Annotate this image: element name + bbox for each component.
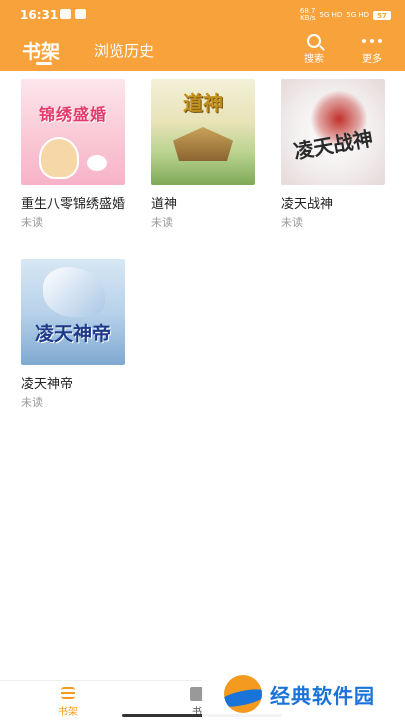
book-item[interactable]: 道神 道神 未读: [151, 79, 266, 230]
status-bar: 16:31 68.7 KB/s 5G HD 5G HD 57: [0, 0, 405, 30]
network-speed: 68.7 KB/s: [299, 7, 316, 22]
search-button[interactable]: 搜索: [294, 34, 334, 65]
cover-title: 道神: [183, 91, 223, 115]
wechat-notification-icon: [60, 9, 71, 19]
book-cover[interactable]: 道神: [151, 79, 255, 185]
more-dots-icon: [352, 34, 392, 48]
cover-title: 凌天神帝: [34, 323, 111, 345]
status-indicators: 68.7 KB/s 5G HD 5G HD 57: [300, 8, 391, 22]
more-label: 更多: [362, 54, 382, 65]
cover-illustration-cat: [87, 155, 107, 171]
app-header: 16:31 68.7 KB/s 5G HD 5G HD 57 书架 浏览历史 搜…: [0, 0, 405, 71]
book-title: 重生八零锦绣盛婚: [21, 197, 126, 212]
cover-title: 锦绣盛婚: [38, 105, 107, 124]
search-label: 搜索: [304, 54, 324, 65]
nav-bookshelf[interactable]: 书架: [48, 687, 88, 718]
nav-bookshelf-label: 书架: [58, 707, 78, 718]
tab-browse-history[interactable]: 浏览历史: [94, 40, 154, 61]
active-tab-indicator: [36, 62, 52, 65]
read-status: 未读: [21, 396, 43, 409]
book-title: 凌天神帝: [21, 377, 74, 392]
battery-icon: 57: [373, 10, 391, 20]
book-cover[interactable]: 凌天战神: [281, 79, 385, 185]
status-time: 16:31: [20, 8, 59, 22]
book-item[interactable]: 凌天战神 凌天战神 未读: [281, 79, 396, 230]
search-icon: [307, 34, 321, 48]
app-notification-icon: [75, 9, 86, 19]
cover-illustration: [43, 267, 105, 317]
read-status: 未读: [281, 216, 303, 229]
book-title: 凌天战神: [281, 197, 334, 212]
book-title: 道神: [151, 197, 178, 212]
watermark-logo: [224, 675, 262, 713]
more-button[interactable]: 更多: [352, 34, 392, 65]
book-cover[interactable]: 凌天神帝: [21, 259, 125, 365]
notification-icons: [60, 9, 86, 19]
read-status: 未读: [21, 216, 43, 229]
read-status: 未读: [151, 216, 173, 229]
watermark: 经典软件园: [202, 668, 405, 720]
bookshelf-icon: [61, 687, 75, 699]
tab-bookshelf[interactable]: 书架: [22, 37, 60, 64]
signal-icon-1: 5G HD: [319, 10, 343, 19]
book-item[interactable]: 凌天神帝 凌天神帝 未读: [21, 259, 136, 410]
signal-icon-2: 5G HD: [346, 10, 369, 19]
watermark-text: 经典软件园: [270, 683, 375, 708]
cover-illustration: [39, 137, 79, 179]
cover-illustration: [173, 127, 233, 161]
book-cover[interactable]: 锦绣盛婚: [21, 79, 125, 185]
book-item[interactable]: 锦绣盛婚 重生八零锦绣盛婚 未读: [21, 79, 136, 230]
